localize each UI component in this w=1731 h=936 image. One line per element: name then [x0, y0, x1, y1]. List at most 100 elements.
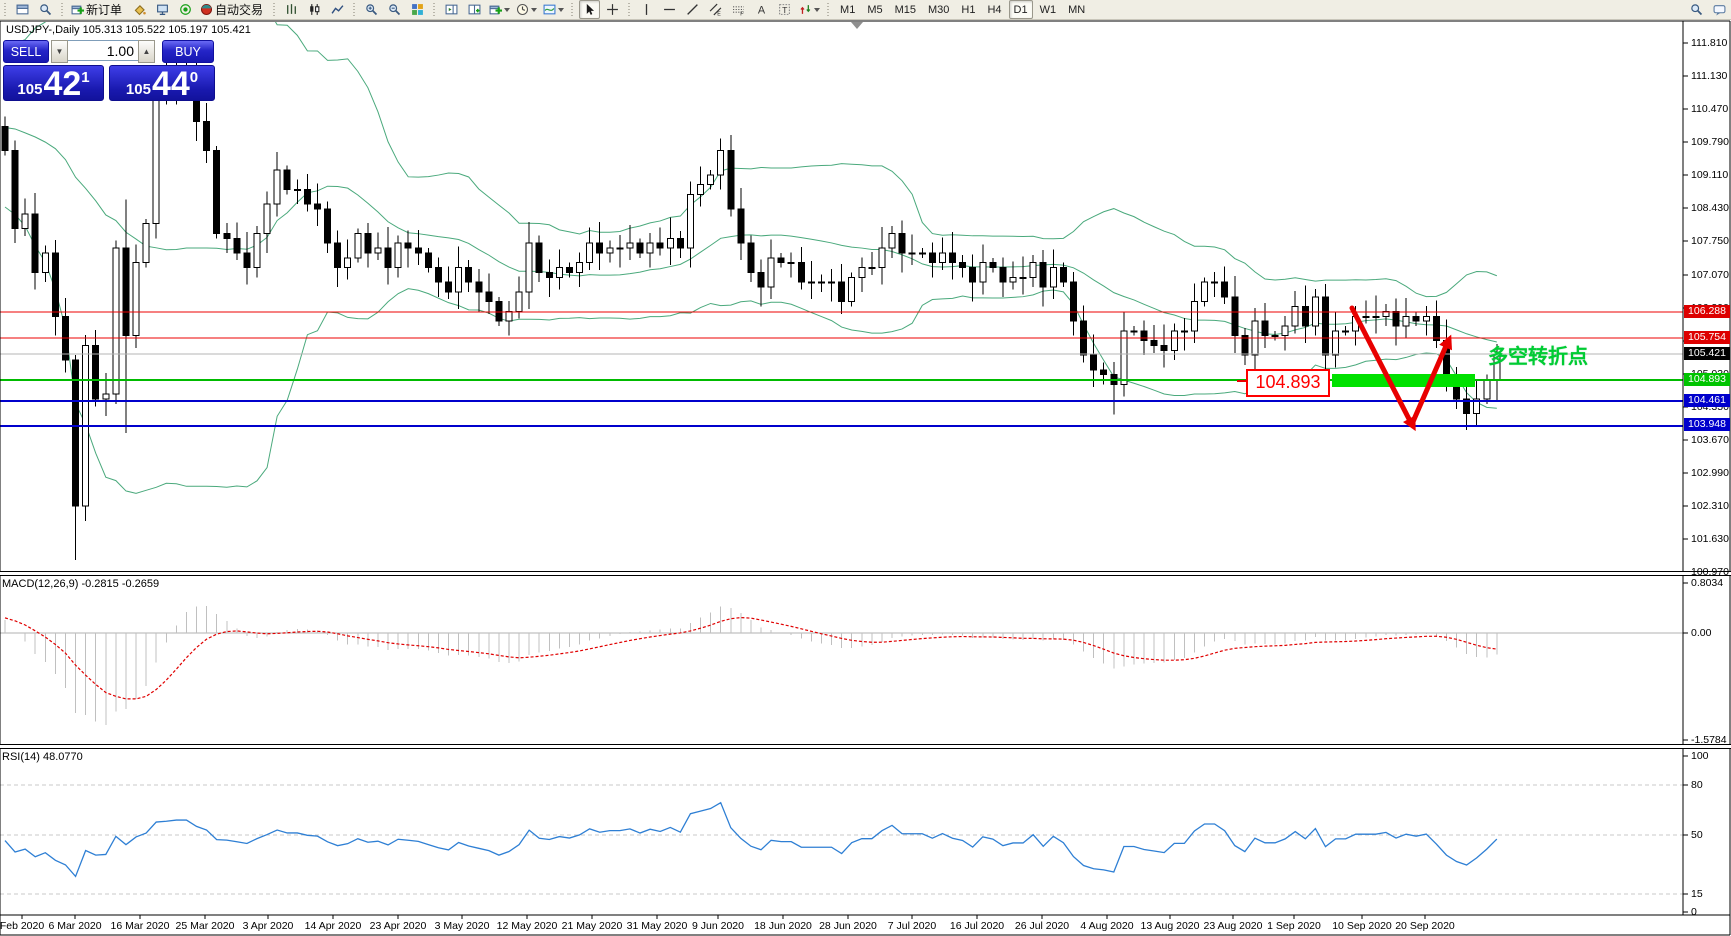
buy-price-big: 44	[151, 65, 190, 103]
timeframe-button-M30[interactable]: M30	[923, 0, 954, 19]
tile-windows-button[interactable]	[407, 0, 428, 19]
line-chart-mode-button[interactable]	[327, 0, 348, 19]
chart-styles-icon	[133, 3, 146, 16]
panel-splitter[interactable]	[0, 571, 1731, 576]
price-axis-tick: 110.470	[1691, 103, 1729, 115]
chart-styles-button[interactable]	[129, 0, 150, 19]
price-axis-tick: 109.110	[1691, 169, 1729, 181]
zoom-window-button[interactable]	[35, 0, 56, 19]
chat-button[interactable]	[1709, 0, 1730, 19]
template-icon	[543, 3, 556, 16]
crosshair-tool-button[interactable]	[602, 0, 623, 19]
strategy-tester-icon	[179, 3, 192, 16]
terminal-icon	[156, 3, 169, 16]
strategy-tester-button[interactable]	[175, 0, 196, 19]
sell-price-sup: 1	[81, 69, 90, 86]
period-selector-button[interactable]	[514, 0, 539, 19]
add-indicator-button[interactable]	[487, 0, 512, 19]
text-label-tool-icon	[778, 3, 791, 16]
dropdown-caret-icon[interactable]	[558, 7, 565, 12]
chart-profile-icon	[16, 3, 29, 16]
price-annotation-label[interactable]: 104.893	[1246, 369, 1330, 397]
text-tool-icon	[755, 3, 768, 16]
macd-indicator-label: MACD(12,26,9) -0.2815 -0.2659	[2, 578, 160, 590]
dropdown-caret-icon[interactable]	[531, 7, 538, 12]
timeframe-button-M1[interactable]: M1	[835, 0, 860, 19]
crosshair-tool-icon	[606, 3, 619, 16]
zoom-out-icon	[388, 3, 401, 16]
trendline-tool-button[interactable]	[682, 0, 703, 19]
zoom-window-icon	[39, 3, 52, 16]
date-axis-label: 3 Apr 2020	[242, 920, 294, 932]
price-axis-tick: 102.990	[1691, 467, 1729, 479]
volume-input[interactable]	[68, 40, 138, 61]
panel-splitter[interactable]	[0, 744, 1731, 749]
date-axis-label: 21 May 2020	[561, 920, 623, 932]
toolbar-grip	[352, 3, 358, 16]
bar-chart-mode-icon	[285, 3, 298, 16]
timeframe-button-H4[interactable]: H4	[982, 0, 1006, 19]
vertical-line-tool-button[interactable]	[636, 0, 657, 19]
arrow-objects-tool-button[interactable]	[797, 0, 822, 19]
chart-profile-button[interactable]	[12, 0, 33, 19]
timeframe-button-M15[interactable]: M15	[890, 0, 921, 19]
horizontal-line-tool-button[interactable]	[659, 0, 680, 19]
window-splitter-icon[interactable]	[851, 22, 863, 29]
dropdown-caret-icon[interactable]	[814, 7, 821, 12]
autotrading-button[interactable]: 自动交易	[198, 0, 268, 19]
zoom-in-button[interactable]	[361, 0, 382, 19]
date-axis-label: 26 Jul 2020	[1014, 920, 1070, 932]
timeframe-button-M5[interactable]: M5	[862, 0, 887, 19]
price-axis-tick: 101.630	[1691, 533, 1729, 545]
fibonacci-tool-button[interactable]	[728, 0, 749, 19]
date-axis-label: 18 Jun 2020	[754, 920, 812, 932]
one-click-trading-widget: SELL ▼ ▲ BUY 105 42 1 105 44 0	[3, 40, 215, 101]
date-axis-label: 16 Jul 2020	[949, 920, 1005, 932]
sell-price-display[interactable]: 105 42 1	[3, 65, 105, 101]
buy-price-display[interactable]: 105 44 0	[109, 65, 215, 101]
text-tool-button[interactable]	[751, 0, 772, 19]
date-axis-label: 13 Aug 2020	[1140, 920, 1200, 932]
equidistant-channel-tool-button[interactable]	[705, 0, 726, 19]
turning-point-annotation[interactable]: 多空转折点	[1488, 340, 1588, 369]
terminal-button[interactable]	[152, 0, 173, 19]
new-order-button[interactable]: 新订单	[69, 0, 127, 19]
timeframe-button-H1[interactable]: H1	[956, 0, 980, 19]
search-button[interactable]	[1686, 0, 1707, 19]
arrange-windows-button[interactable]	[441, 0, 462, 19]
macd-axis-tick: 0.8034	[1691, 577, 1724, 589]
template-button[interactable]	[541, 0, 566, 19]
date-axis-label: 28 Jun 2020	[819, 920, 877, 932]
dropdown-caret-icon[interactable]	[504, 7, 511, 12]
new-order-icon	[71, 3, 84, 16]
cursor-tool-button[interactable]	[579, 0, 601, 19]
buy-button[interactable]: BUY	[162, 40, 214, 63]
date-axis-label: 25 Mar 2020	[175, 920, 235, 932]
zoom-out-button[interactable]	[384, 0, 405, 19]
new-chart-window-button[interactable]	[464, 0, 485, 19]
toolbar-grip	[272, 3, 278, 16]
price-badge: 105.754	[1684, 331, 1730, 344]
horizontal-line-tool-icon	[663, 3, 676, 16]
timeframe-button-D1[interactable]: D1	[1008, 0, 1033, 19]
cursor-tool-icon	[583, 3, 596, 16]
toolbar-grip	[570, 3, 576, 16]
price-axis-tick: 107.750	[1691, 235, 1729, 247]
volume-increase-button[interactable]: ▲	[138, 40, 155, 63]
date-axis-label: 23 Aug 2020	[1203, 920, 1263, 932]
arrow-objects-tool-icon	[799, 3, 812, 16]
rsi-axis-tick: 80	[1691, 779, 1703, 791]
sell-button[interactable]: SELL	[3, 40, 49, 63]
timeframe-button-MN[interactable]: MN	[1063, 0, 1090, 19]
date-axis-label: 1 Sep 2020	[1267, 920, 1321, 932]
candlestick-mode-button[interactable]	[304, 0, 325, 19]
price-axis-tick: 109.790	[1691, 136, 1729, 148]
fibonacci-tool-icon	[732, 3, 745, 16]
timeframe-button-W1[interactable]: W1	[1035, 0, 1062, 19]
price-axis-tick: 111.130	[1691, 70, 1728, 82]
chart-canvas[interactable]	[0, 0, 1731, 936]
bar-chart-mode-button[interactable]	[281, 0, 302, 19]
text-label-tool-button[interactable]	[774, 0, 795, 19]
volume-decrease-button[interactable]: ▼	[51, 40, 68, 63]
chat-icon	[1713, 3, 1726, 16]
